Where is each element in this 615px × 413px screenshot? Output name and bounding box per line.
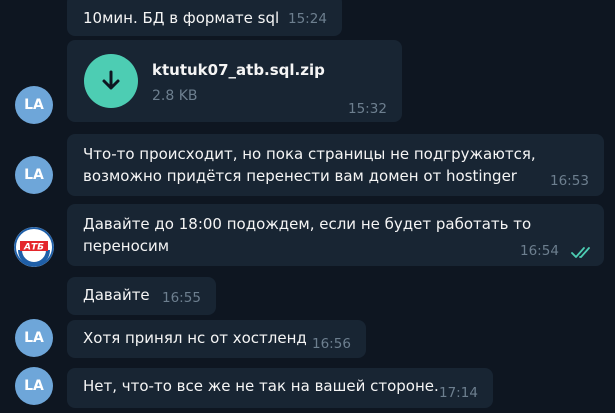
file-message-bubble[interactable]: ktutuk07_atb.sql.zip 2.8 KB 15:32 bbox=[67, 40, 402, 122]
avatar[interactable]: LA bbox=[15, 319, 53, 357]
message-time: 16:55 bbox=[162, 290, 201, 306]
message-text-line-1: Что-то происходит, но пока страницы не п… bbox=[83, 145, 536, 163]
file-size: 2.8 KB bbox=[152, 88, 198, 104]
message-time: 15:32 bbox=[348, 101, 387, 117]
message-text-line-2: возможно придётся перенести вам домен от… bbox=[83, 167, 517, 185]
logo-text: АТБ bbox=[23, 243, 44, 253]
message-text: Хотя принял нс от хостленд bbox=[83, 329, 307, 347]
avatar[interactable]: LA bbox=[15, 156, 53, 194]
message-text: 10мин. БД в формате sql bbox=[83, 9, 280, 27]
message-time: 17:14 bbox=[439, 385, 478, 401]
message-time: 16:56 bbox=[312, 336, 351, 352]
file-name[interactable]: ktutuk07_atb.sql.zip bbox=[152, 61, 325, 79]
read-double-check-icon bbox=[571, 247, 590, 258]
message-time: 16:54 bbox=[520, 243, 559, 259]
message-text: Давайте bbox=[83, 286, 150, 304]
download-arrow-icon[interactable] bbox=[84, 54, 138, 108]
message-text-line-2: переносим bbox=[83, 237, 170, 255]
message-bubble[interactable]: Хотя принял нс от хостленд 16:56 bbox=[67, 320, 366, 358]
message-text-line-1: Давайте до 18:00 подождем, если не будет… bbox=[83, 215, 532, 233]
message-bubble[interactable]: Что-то происходит, но пока страницы не п… bbox=[67, 134, 604, 196]
avatar[interactable]: LA bbox=[15, 86, 53, 124]
message-bubble[interactable]: Давайте 16:55 bbox=[67, 277, 216, 315]
message-bubble[interactable]: Давайте до 18:00 подождем, если не будет… bbox=[67, 204, 604, 266]
avatar[interactable]: LA bbox=[15, 367, 53, 405]
atb-logo[interactable]: АТБ bbox=[14, 227, 54, 267]
message-time: 15:24 bbox=[288, 11, 327, 27]
message-time: 16:53 bbox=[550, 173, 589, 189]
message-bubble[interactable]: 10мин. БД в формате sql 15:24 bbox=[67, 0, 342, 36]
message-bubble[interactable]: Нет, что-то все же не так на вашей сторо… bbox=[67, 368, 493, 408]
message-text: Нет, что-то все же не так на вашей сторо… bbox=[83, 377, 439, 395]
